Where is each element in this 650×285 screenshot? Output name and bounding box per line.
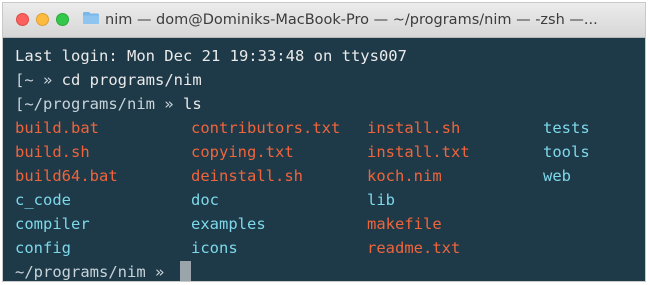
ls-entry: install.txt: [367, 143, 470, 161]
ls-entry: tests: [543, 119, 590, 137]
terminal-content[interactable]: Last login: Mon Dec 21 19:33:48 on ttys0…: [3, 38, 645, 281]
prompt: [~ »: [15, 71, 62, 89]
prompt: ~/programs/nim »: [15, 263, 174, 281]
ls-entry: build.bat: [15, 119, 99, 137]
command-line-2: [~/programs/nim » ls: [15, 92, 645, 116]
ls-entry: makefile: [367, 215, 442, 233]
window-title: nim — dom@Dominiks-MacBook-Pro — ~/progr…: [105, 11, 598, 28]
ls-entry: koch.nim: [367, 167, 442, 185]
command-line-3: ~/programs/nim »: [15, 260, 645, 281]
ls-entry: web: [543, 167, 571, 185]
prompt: [~/programs/nim »: [15, 95, 183, 113]
ls-entry: doc: [191, 191, 219, 209]
ls-entry: c_code: [15, 191, 71, 209]
ls-entry: icons: [191, 239, 238, 257]
last-login-line: Last login: Mon Dec 21 19:33:48 on ttys0…: [15, 44, 645, 68]
terminal-window: nim — dom@Dominiks-MacBook-Pro — ~/progr…: [2, 2, 646, 282]
text-cursor[interactable]: [179, 261, 191, 281]
folder-icon: [83, 11, 99, 28]
ls-entry: contributors.txt: [191, 119, 341, 137]
ls-output: build.bat build.sh build64.bat c_code co…: [15, 116, 645, 260]
minimize-button[interactable]: [36, 13, 49, 26]
ls-entry: build.sh: [15, 143, 90, 161]
ls-entry: tools: [543, 143, 590, 161]
ls-entry: examples: [191, 215, 266, 233]
ls-entry: copying.txt: [191, 143, 294, 161]
command-line-1: [~ » cd programs/nim: [15, 68, 645, 92]
last-login-text: Last login: Mon Dec 21 19:33:48 on ttys0…: [15, 47, 407, 65]
command-text: ls: [182, 95, 202, 113]
zoom-button[interactable]: [56, 13, 69, 26]
ls-entry: deinstall.sh: [191, 167, 303, 185]
ls-entry: install.sh: [367, 119, 461, 137]
ls-entry: lib: [367, 191, 395, 209]
close-button[interactable]: [16, 13, 29, 26]
ls-entry: build64.bat: [15, 167, 118, 185]
command-text: cd programs/nim: [61, 71, 202, 89]
ls-entry: config: [15, 239, 71, 257]
title-bar[interactable]: nim — dom@Dominiks-MacBook-Pro — ~/progr…: [3, 3, 645, 38]
ls-entry: compiler: [15, 215, 90, 233]
ls-entry: readme.txt: [367, 239, 461, 257]
window-title-container: nim — dom@Dominiks-MacBook-Pro — ~/progr…: [83, 11, 639, 28]
